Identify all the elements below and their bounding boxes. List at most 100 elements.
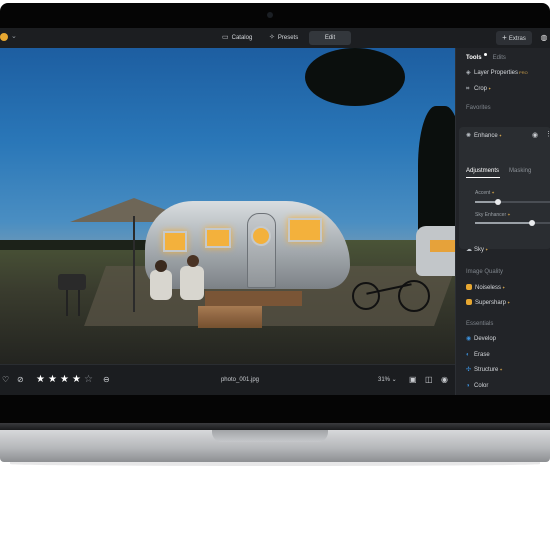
settings-icon[interactable]: ◍	[538, 32, 550, 44]
photo-umbrella-pole	[133, 216, 135, 312]
essentials-item[interactable]: ◑ Color	[466, 381, 488, 391]
essentials-heading: Essentials	[466, 321, 494, 327]
photo-tree-top	[305, 48, 405, 106]
photo-trailer-window	[163, 231, 187, 252]
ai-badge-icon: ✦	[507, 300, 511, 305]
essentials-item[interactable]: ✣ Structure✦	[466, 365, 503, 375]
star-filled-icon[interactable]: ★	[72, 374, 81, 385]
supersharp-row[interactable]: Supersharp✦	[466, 298, 510, 308]
image-quality-heading: Image Quality	[466, 269, 504, 275]
ai-badge-icon: ✦	[485, 247, 489, 252]
slider-fill	[475, 222, 532, 224]
star-filled-icon[interactable]: ★	[36, 374, 45, 385]
subtab-adjustments[interactable]: Adjustments	[466, 166, 499, 176]
photo-trailer-window	[288, 218, 322, 242]
star-filled-icon[interactable]: ★	[60, 374, 69, 385]
photo-second-trailer-window	[430, 240, 455, 252]
plus-icon: +	[502, 33, 507, 42]
star-empty-icon[interactable]: ☆	[84, 374, 93, 385]
slider-handle[interactable]	[529, 220, 535, 226]
ai-badge-icon: ✦	[490, 190, 495, 195]
tab-catalog-label: Catalog	[231, 35, 253, 41]
ai-badge-icon: ✦	[488, 86, 492, 91]
photo-bike-wheel	[352, 282, 380, 310]
extras-button[interactable]: + Extras	[496, 31, 532, 45]
zoom-level[interactable]: 31% ⌄	[378, 375, 397, 385]
photo-treeline	[0, 240, 160, 250]
pro-badge: PRO	[519, 70, 528, 75]
photo-person	[180, 266, 204, 300]
essentials-item-label: Develop	[474, 336, 497, 342]
accent-slider[interactable]	[475, 199, 550, 205]
noiseless-icon	[466, 284, 472, 291]
clear-rating-icon[interactable]: ⊖	[103, 375, 110, 385]
supersharp-label: Supersharp	[475, 300, 507, 306]
laptop-shadow	[10, 462, 540, 466]
noiseless-row[interactable]: Noiseless✦	[466, 283, 505, 293]
ai-badge-icon: ✦	[498, 133, 503, 138]
sky-row[interactable]: ☁ Sky✦	[466, 245, 488, 255]
panel-tabs: Tools Edits	[466, 53, 506, 63]
heart-icon[interactable]: ♡	[2, 375, 9, 385]
essentials-item-label: Erase	[474, 351, 490, 358]
sky-enhancer-label: Sky Enhancer ✦	[475, 211, 511, 219]
layer-properties-row[interactable]: ◈ Layer PropertiesPRO	[466, 68, 528, 78]
ai-badge-icon: ✦	[506, 212, 511, 217]
tab-catalog[interactable]: ▭ Catalog	[216, 31, 258, 45]
tab-tools[interactable]: Tools	[466, 55, 482, 61]
tools-panel: Tools Edits ◈ Layer PropertiesPRO ⌗ Crop✦ F…	[455, 48, 550, 395]
photo-steps	[198, 306, 262, 328]
essentials-item-icon: ◑	[466, 382, 470, 389]
chevron-down-icon[interactable]: ⌄	[11, 32, 17, 40]
enhance-card	[459, 127, 550, 249]
cloud-icon: ☁	[466, 247, 472, 253]
crop-row[interactable]: ⌗ Crop✦	[466, 84, 491, 94]
more-icon[interactable]: ⋮	[545, 130, 550, 140]
photo-grill-leg	[66, 290, 68, 316]
compare-icon[interactable]: ▣	[409, 375, 417, 385]
enhance-label: Enhance	[474, 133, 498, 139]
ai-badge-icon: ✦	[502, 285, 506, 290]
split-view-icon[interactable]: ◫	[425, 375, 433, 385]
slider-handle[interactable]	[494, 199, 501, 205]
ai-badge-icon: ✦	[499, 367, 503, 372]
photo-trailer-porthole	[251, 226, 271, 246]
photo-grill-leg	[78, 290, 80, 316]
reject-icon[interactable]: ⊘	[17, 375, 24, 385]
photo-head	[155, 260, 167, 272]
noiseless-label: Noiseless	[475, 285, 502, 291]
supersharp-icon	[466, 299, 472, 306]
subtab-masking[interactable]: Masking	[509, 166, 531, 176]
visibility-eye-icon[interactable]: ◉	[532, 131, 538, 141]
photo-deck	[205, 291, 302, 306]
eye-icon[interactable]: ◉	[441, 375, 448, 385]
enhance-row[interactable]: ✺ Enhance✦	[466, 131, 502, 141]
folder-icon: ▭	[222, 34, 229, 41]
essentials-item-icon: ✣	[466, 367, 472, 373]
photo-trailer-door	[247, 213, 276, 288]
bottom-toolbar: ♡ ⊘ ★ ★ ★ ★ ☆ ⊖ photo_001.jpg 31% ⌄ ▣ ◫ ◉	[0, 364, 455, 395]
notification-dot	[483, 53, 487, 56]
essentials-item[interactable]: ◉ Develop	[466, 334, 496, 344]
tab-edit[interactable]: Edit	[309, 31, 351, 45]
essentials-item-label: Structure	[474, 367, 499, 373]
photo-trailer-window	[205, 228, 231, 248]
laptop-hinge	[0, 423, 550, 430]
tab-presets-label: Presets	[277, 35, 299, 41]
essentials-item[interactable]: ◐ Erase	[466, 350, 490, 360]
layers-icon: ◈	[466, 70, 471, 76]
photo-canvas[interactable]	[0, 48, 455, 364]
zoom-value: 31%	[378, 377, 391, 383]
sparkle-icon: ✧	[269, 34, 275, 41]
essentials-item-icon: ◉	[466, 336, 472, 342]
essentials-item-icon: ◐	[466, 351, 470, 358]
sky-enhancer-slider[interactable]	[475, 220, 550, 226]
tab-presets[interactable]: ✧ Presets	[263, 31, 304, 45]
accent-label-text: Accent	[475, 190, 491, 196]
top-bar: ⌄ ▭ Catalog ✧ Presets Edit + Extras ◍	[0, 28, 550, 49]
tab-edits[interactable]: Edits	[493, 55, 506, 61]
tab-edit-label: Edit	[324, 35, 336, 41]
app-logo-icon[interactable]	[0, 33, 8, 41]
laptop-notch	[212, 430, 328, 442]
star-filled-icon[interactable]: ★	[48, 374, 57, 385]
